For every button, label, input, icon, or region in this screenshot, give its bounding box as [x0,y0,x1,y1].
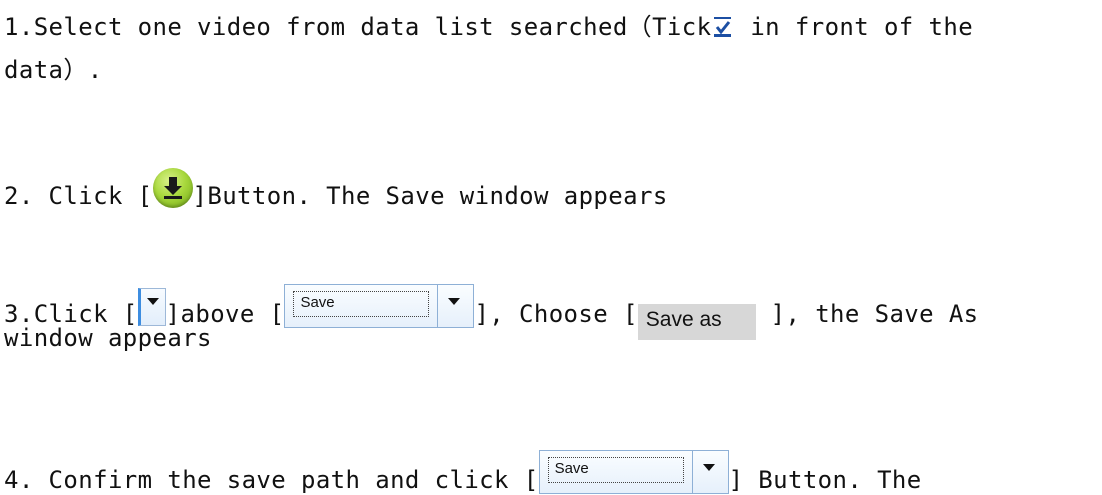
save-button-label: Save [547,457,684,483]
save-button-label: Save [293,291,430,317]
chevron-down-icon [448,298,461,305]
step-3-text-end: ], the Save As [755,300,979,328]
save-as-menu-item[interactable]: Save as [637,304,756,340]
dropdown-arrow-button[interactable] [137,288,166,326]
step-3-text-window: window appears [4,324,212,352]
step-2-text: 2. Click [ [4,182,153,210]
split-divider [691,451,693,493]
save-split-button[interactable]: Save [284,284,475,328]
split-divider [437,285,439,327]
step-2-text-cont: ]Button. The Save window appears [192,182,668,210]
chevron-down-icon [702,464,715,471]
step-2-line: 2. Click [ ]Button. The Save window appea… [4,168,668,211]
chevron-down-icon [146,298,159,305]
step-4-text-end: ] Button. The [728,466,922,494]
step-4-line: 4. Confirm the save path and click [ Save… [4,450,922,495]
step-1-line-1: 1.Select one video from data list search… [4,12,973,42]
step-3-line-2: window appears [4,323,212,353]
download-icon[interactable] [152,168,193,208]
step-1-text-end: data）. [4,56,103,84]
save-split-button[interactable]: Save [538,450,729,494]
step-1-text: 1.Select one video from data list search… [4,13,712,41]
step-1-text-cont: in front of the [735,13,974,41]
step-3-text-choose: ], Choose [ [474,300,638,328]
instruction-document: 1.Select one video from data list search… [0,0,1102,495]
checkbox-checked-icon [713,14,733,38]
step-1-line-2: data）. [4,55,103,85]
step-4-text: 4. Confirm the save path and click [ [4,466,539,494]
